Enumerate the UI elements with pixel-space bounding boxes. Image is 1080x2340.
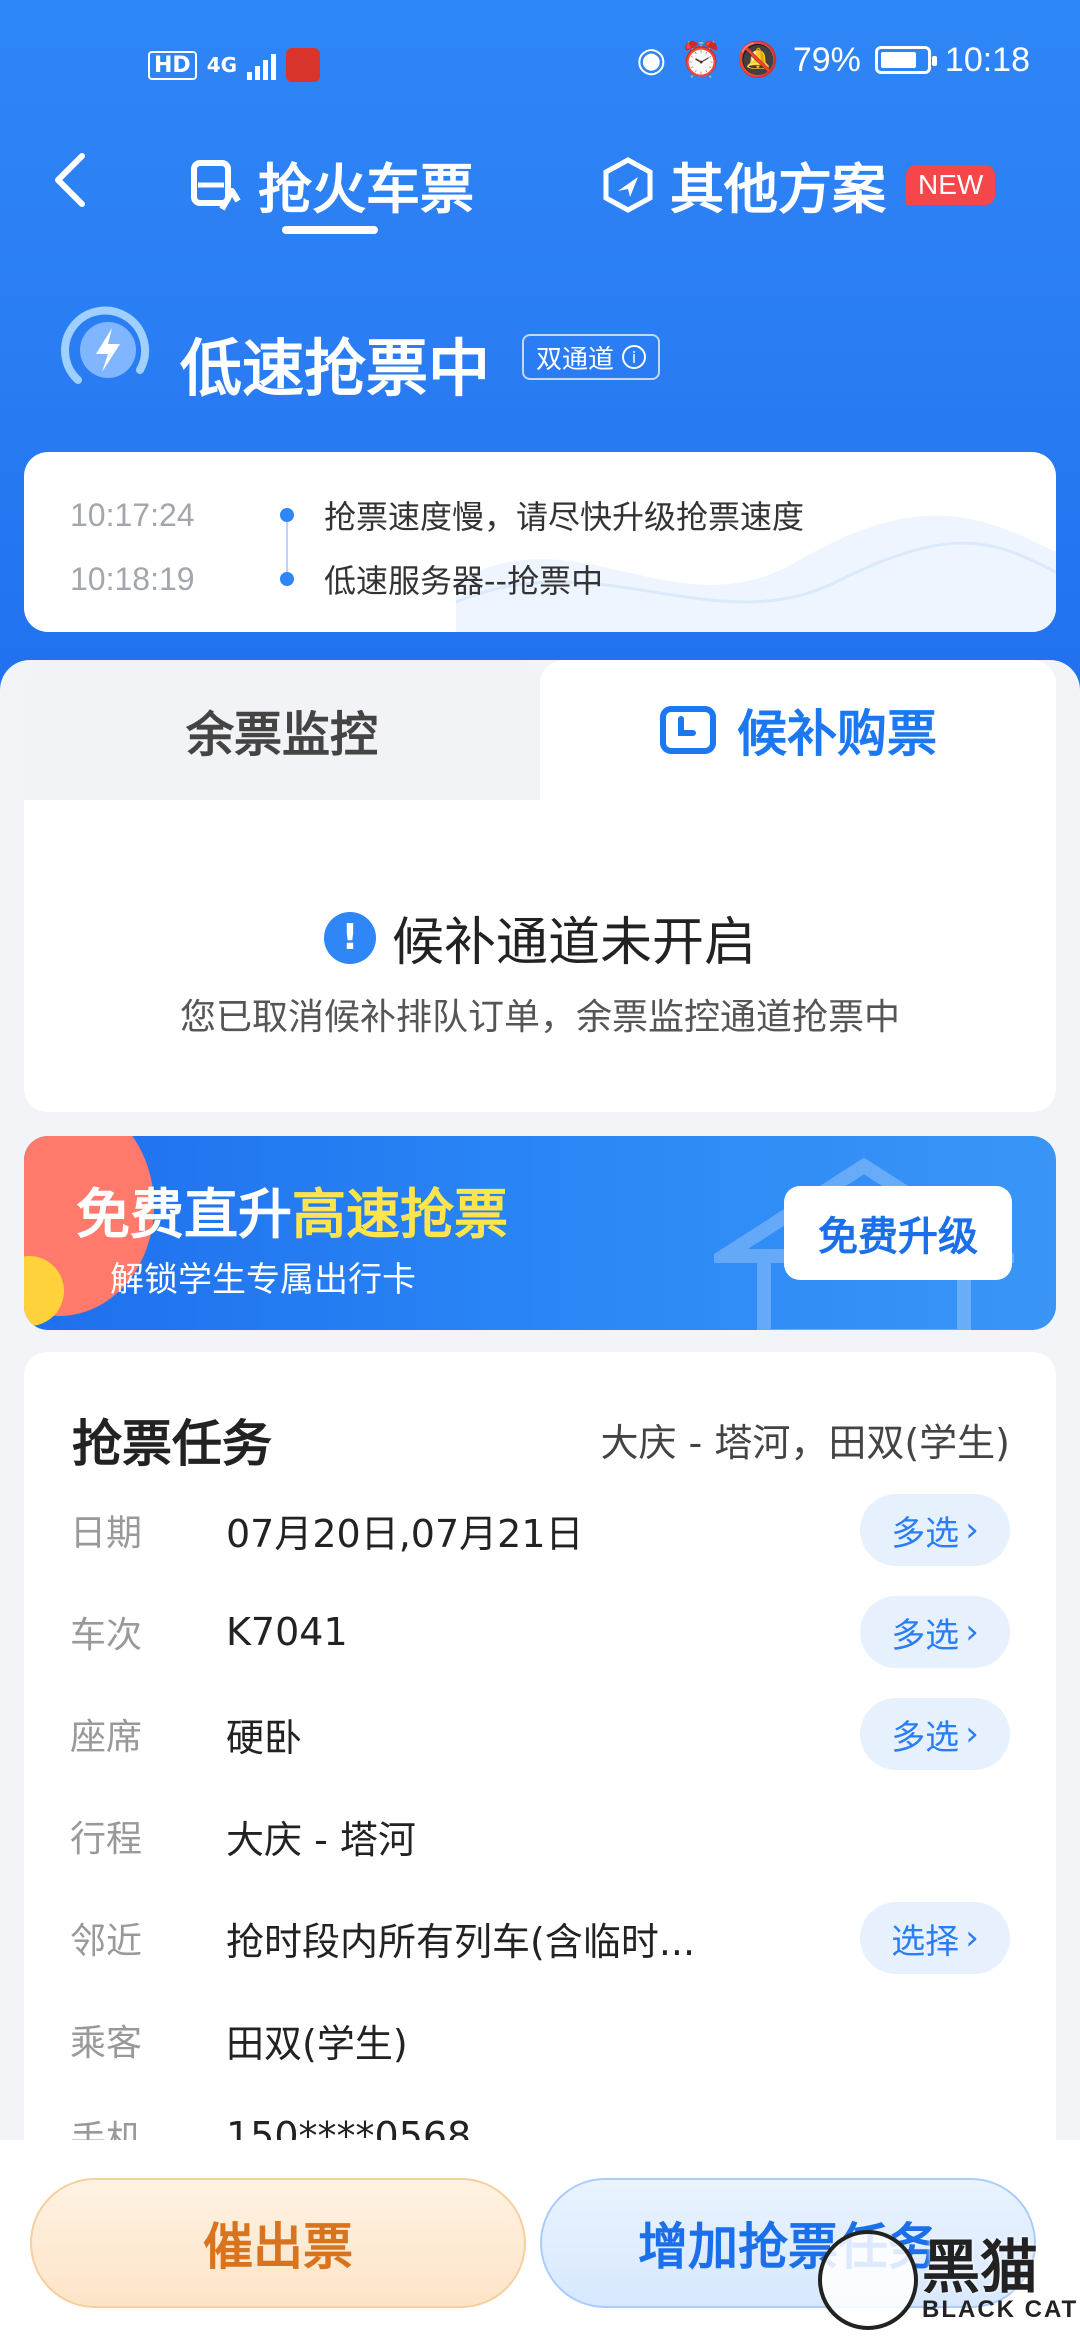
status-bar: HD 4G ◉ ⏰ 🔕 79% 10:18 xyxy=(0,0,1080,130)
multi-select-seat-button[interactable]: 多选 › xyxy=(860,1698,1010,1770)
app-notification-icon xyxy=(286,48,321,82)
task-row-train: 车次 K7041 多选 › xyxy=(70,1592,1010,1672)
upgrade-promo-banner[interactable]: 免费直升高速抢票 解锁学生专属出行卡 免费升级 xyxy=(24,1136,1056,1330)
black-cat-logo-icon xyxy=(818,2230,918,2330)
eye-icon: ◉ xyxy=(636,41,667,79)
navigation-icon xyxy=(603,156,653,213)
watermark-text: 黑猫 xyxy=(922,2233,1039,2301)
watermark-logo: 黑猫 BLACK CAT xyxy=(818,2220,1080,2340)
tab-grab-ticket[interactable]: 抢火车票 xyxy=(188,145,474,224)
log-time: 10:18:19 xyxy=(70,560,195,597)
watermark-english: BLACK CAT xyxy=(922,2296,1079,2323)
row-value: 大庆 - 塔河 xyxy=(226,1817,416,1862)
new-badge: NEW xyxy=(906,164,996,205)
pill-label: 多选 xyxy=(891,1717,960,1758)
clock: 10:18 xyxy=(944,40,1030,79)
task-row-seat: 座席 硬卧 多选 › xyxy=(70,1694,1010,1774)
tab-grab-label: 抢火车票 xyxy=(258,158,474,221)
tab-ticket-monitor[interactable]: 余票监控 xyxy=(24,660,540,800)
alert-icon: ! xyxy=(323,911,376,964)
tab-other-plans[interactable]: 其他方案 NEW xyxy=(600,145,996,224)
log-entry: 10:18:19 低速服务器--抢票中 xyxy=(70,556,603,602)
row-label: 车次 xyxy=(70,1615,143,1656)
promo-subtitle: 解锁学生专属出行卡 xyxy=(110,1260,416,1300)
monitor-tabs: 余票监控 候补购票 xyxy=(24,660,1056,810)
timeline-dot xyxy=(280,572,294,586)
timeline-dot xyxy=(280,508,294,522)
battery-icon xyxy=(874,46,937,74)
promo-title: 免费直升高速抢票 xyxy=(76,1170,508,1249)
chevron-right-icon: › xyxy=(965,1612,979,1652)
chevron-right-icon: › xyxy=(965,1714,979,1754)
grab-status-title: 低速抢票中 xyxy=(180,332,491,405)
task-title: 抢票任务 xyxy=(72,1415,272,1473)
signal-icon xyxy=(247,50,277,80)
task-row-route: 行程 大庆 - 塔河 xyxy=(70,1796,1010,1876)
log-entry: 10:17:24 抢票速度慢，请尽快升级抢票速度 xyxy=(70,492,804,538)
tab-waitlist-label: 候补购票 xyxy=(737,705,937,763)
dual-channel-label: 双通道 xyxy=(536,344,615,375)
pill-label: 多选 xyxy=(891,1615,960,1656)
task-row-nearby: 邻近 抢时段内所有列车(含临时... 选择 › xyxy=(70,1898,1010,1978)
info-icon: i xyxy=(622,345,647,369)
pill-label: 选择 xyxy=(891,1921,960,1962)
lightning-speed-icon xyxy=(61,306,150,384)
dual-channel-badge[interactable]: 双通道 i xyxy=(522,334,661,380)
promo-title-highlight: 高速抢票 xyxy=(292,1183,508,1246)
task-row-date: 日期 07月20日,07月21日 多选 › xyxy=(70,1490,1010,1570)
pill-label: 多选 xyxy=(891,1513,960,1554)
row-label: 座席 xyxy=(70,1717,143,1758)
back-arrow-icon[interactable] xyxy=(50,150,90,210)
row-value: 07月20日,07月21日 xyxy=(226,1511,584,1556)
task-summary: 大庆 - 塔河，田双(学生) xyxy=(600,1421,1010,1465)
task-row-passenger: 乘客 田双(学生) xyxy=(70,2000,1010,2080)
waitlist-clock-icon xyxy=(660,706,716,754)
row-label: 乘客 xyxy=(70,2023,143,2064)
row-label: 邻近 xyxy=(70,1921,143,1962)
row-label: 日期 xyxy=(70,1513,143,1554)
battery-percent: 79% xyxy=(792,40,861,79)
log-text: 抢票速度慢，请尽快升级抢票速度 xyxy=(324,498,805,536)
free-upgrade-button[interactable]: 免费升级 xyxy=(784,1186,1012,1280)
chevron-right-icon: › xyxy=(965,1918,979,1958)
urge-ticket-button[interactable]: 催出票 xyxy=(30,2178,526,2308)
multi-select-date-button[interactable]: 多选 › xyxy=(860,1494,1010,1566)
multi-select-train-button[interactable]: 多选 › xyxy=(860,1596,1010,1668)
waitlist-card: ! 候补通道未开启 您已取消候补排队订单，余票监控通道抢票中 xyxy=(24,800,1056,1112)
row-value: 硬卧 xyxy=(226,1715,303,1760)
row-label: 行程 xyxy=(70,1819,143,1860)
network-type: 4G xyxy=(206,53,238,77)
chevron-right-icon: › xyxy=(965,1510,979,1550)
tab-waitlist[interactable]: 候补购票 xyxy=(540,660,1056,800)
hd-indicator: HD xyxy=(148,50,197,80)
promo-title-part1: 免费直升 xyxy=(76,1183,292,1246)
log-time: 10:17:24 xyxy=(70,496,195,533)
select-nearby-button[interactable]: 选择 › xyxy=(860,1902,1010,1974)
train-ticket-icon xyxy=(191,159,241,210)
row-value: 抢时段内所有列车(含临时... xyxy=(226,1919,696,1964)
row-value: 田双(学生) xyxy=(226,2021,408,2066)
tab-other-label: 其他方案 xyxy=(670,158,886,221)
waitlist-title: 候补通道未开启 xyxy=(391,913,756,973)
row-value: K7041 xyxy=(226,1610,348,1654)
alarm-icon: ⏰ xyxy=(680,41,723,79)
grab-log-card: 10:17:24 抢票速度慢，请尽快升级抢票速度 10:18:19 低速服务器-… xyxy=(24,452,1056,632)
active-tab-indicator xyxy=(282,226,378,234)
log-text: 低速服务器--抢票中 xyxy=(324,562,604,600)
waitlist-description: 您已取消候补排队订单，余票监控通道抢票中 xyxy=(179,997,900,1038)
mute-bell-icon: 🔕 xyxy=(736,41,779,79)
